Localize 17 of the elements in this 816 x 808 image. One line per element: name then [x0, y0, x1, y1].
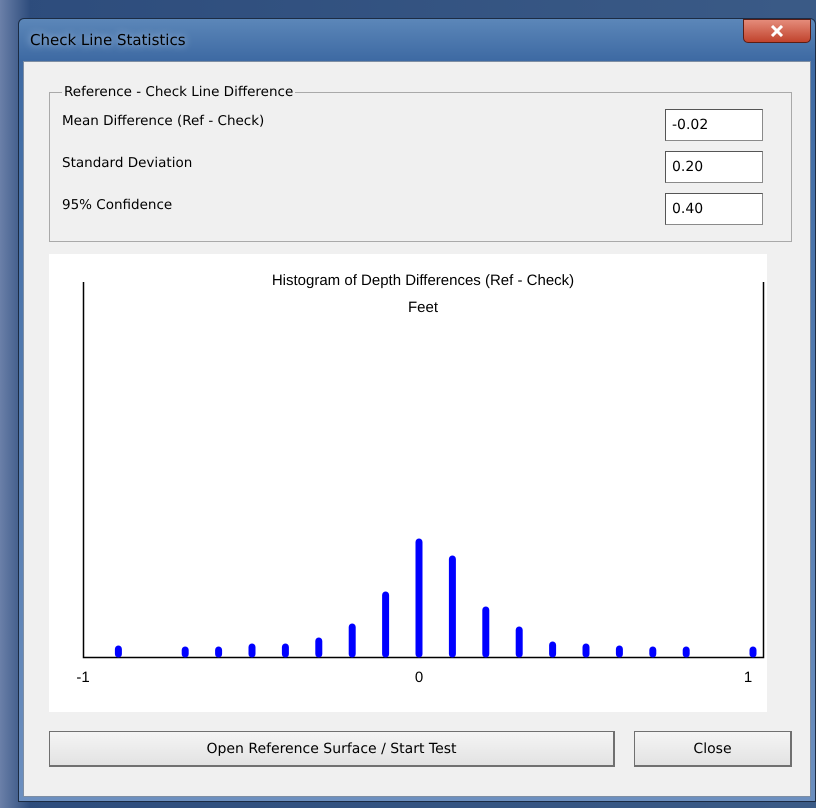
field-label: 95% Confidence — [62, 197, 172, 213]
tick-label: -1 — [76, 669, 90, 686]
chart-subtitle: Feet — [408, 299, 438, 316]
dialog-button[interactable]: Close — [634, 731, 792, 767]
dialog-button[interactable]: Open Reference Surface / Start Test — [49, 731, 615, 767]
chart-title: Histogram of Depth Differences (Ref - Check) — [272, 272, 574, 289]
input-field[interactable]: 0.20 — [665, 151, 763, 183]
close-button[interactable] — [743, 19, 811, 43]
group-title: Reference - Check Line Difference — [63, 84, 294, 100]
field-label: Mean Difference (Ref - Check) — [62, 113, 264, 129]
input-field[interactable]: -0.02 — [665, 109, 763, 141]
field-label: Standard Deviation — [62, 155, 192, 171]
tick-label: 1 — [744, 669, 752, 686]
window-title: Check Line Statistics — [30, 31, 186, 49]
input-field[interactable]: 0.40 — [665, 193, 763, 225]
tick-label: 0 — [414, 669, 424, 686]
close-icon — [770, 25, 784, 37]
